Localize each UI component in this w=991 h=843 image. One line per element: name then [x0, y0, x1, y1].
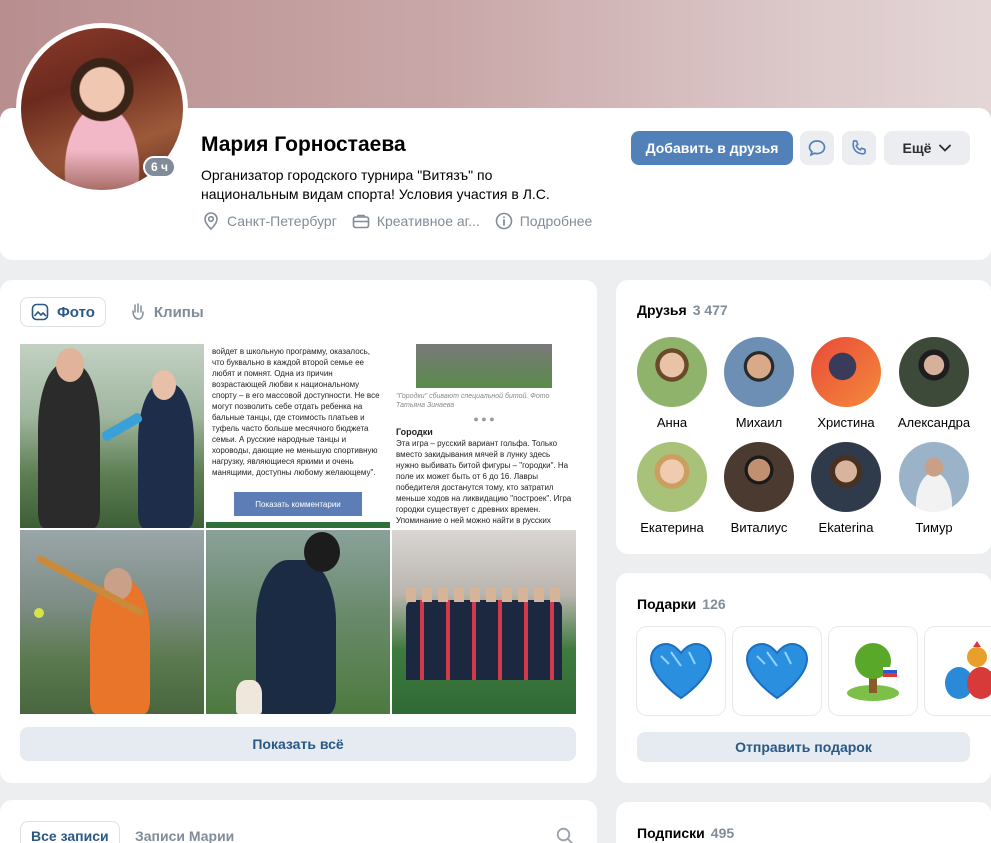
- gifts-title[interactable]: Подарки 126: [637, 596, 726, 612]
- friend-item[interactable]: Анна: [628, 337, 716, 430]
- friend-name: Екатерина: [640, 520, 704, 535]
- photo-caption: "Городки" сбивают специальной битой. Фот…: [396, 393, 550, 409]
- friend-item[interactable]: Христина: [802, 337, 890, 430]
- friend-avatar: [724, 337, 794, 407]
- friend-item[interactable]: Виталиус: [715, 442, 803, 535]
- clips-icon: [132, 303, 144, 320]
- photo-2-article[interactable]: войдет в школьную программу, оказалось, …: [206, 344, 390, 528]
- friend-name: Александра: [897, 415, 971, 430]
- meta-city-label: Санкт-Петербург: [227, 213, 337, 229]
- message-icon: [808, 140, 826, 157]
- friend-avatar: [637, 337, 707, 407]
- image-icon: [31, 303, 49, 321]
- friends-title-label: Друзья: [637, 302, 687, 318]
- tab-clips-label: Клипы: [153, 303, 204, 321]
- friend-item[interactable]: Ekaterina: [802, 442, 890, 535]
- photo-tabs: Фото Клипы: [20, 297, 214, 327]
- tab-all-posts[interactable]: Все записи: [20, 821, 120, 843]
- friend-name: Анна: [656, 415, 688, 430]
- gifts-title-label: Подарки: [637, 596, 697, 612]
- friend-item[interactable]: Александра: [890, 337, 978, 430]
- photo-grid: войдет в школьную программу, оказалось, …: [20, 344, 576, 714]
- profile-meta: Санкт-Петербург Креативное аг... Подробн…: [201, 211, 592, 231]
- location-icon: [204, 212, 218, 231]
- friend-name: Михаил: [735, 415, 783, 430]
- subscriptions-title[interactable]: Подписки 495: [637, 825, 734, 841]
- gorodki-title: Городки: [396, 427, 433, 437]
- friends-title[interactable]: Друзья 3 477: [637, 302, 728, 318]
- meta-city[interactable]: Санкт-Петербург: [201, 211, 337, 231]
- friend-name: Христина: [817, 415, 875, 430]
- meta-work-label: Креативное аг...: [376, 213, 480, 229]
- friend-name: Тимур: [915, 520, 953, 535]
- gift-item[interactable]: [733, 627, 821, 715]
- meta-details[interactable]: Подробнее: [494, 211, 593, 231]
- photo-4[interactable]: [20, 530, 204, 714]
- chevron-down-icon: [939, 144, 952, 152]
- friend-avatar: [811, 337, 881, 407]
- more-label: Ещё: [902, 140, 932, 156]
- tree-gift-icon: [847, 643, 899, 701]
- friend-item[interactable]: Тимур: [890, 442, 978, 535]
- info-icon: [495, 212, 513, 230]
- friend-item[interactable]: Екатерина: [628, 442, 716, 535]
- tab-photos-label: Фото: [57, 303, 95, 321]
- article-text: войдет в школьную программу, оказалось, …: [212, 347, 380, 477]
- more-button[interactable]: Ещё: [884, 131, 970, 165]
- add-friend-button[interactable]: Добавить в друзья: [631, 131, 793, 165]
- online-status-badge: 6 ч: [143, 156, 176, 178]
- profile-status: Организатор городского турнира "Витязъ" …: [201, 167, 550, 202]
- gift-item[interactable]: [637, 627, 725, 715]
- gifts-count: 126: [702, 596, 726, 612]
- friend-name: Ekaterina: [818, 520, 874, 535]
- friend-avatar: [899, 442, 969, 512]
- phone-icon: [852, 140, 866, 155]
- show-comments-button: Показать комментарии: [234, 492, 362, 516]
- meta-work[interactable]: Креативное аг...: [351, 211, 480, 231]
- carousel-dots: ● ● ●: [473, 414, 495, 424]
- meta-details-label: Подробнее: [519, 213, 593, 229]
- gorodki-text: Эта игра – русский вариант гольфа. Тольк…: [396, 439, 572, 525]
- friend-avatar: [637, 442, 707, 512]
- friend-item[interactable]: Михаил: [715, 337, 803, 430]
- search-icon[interactable]: [556, 827, 574, 843]
- easter-gift-icon: [945, 641, 991, 699]
- photo-3-article[interactable]: "Городки" сбивают специальной битой. Фот…: [392, 344, 576, 528]
- message-button[interactable]: [800, 131, 834, 165]
- subscriptions-count: 495: [710, 825, 735, 841]
- friend-avatar: [899, 337, 969, 407]
- friend-avatar: [724, 442, 794, 512]
- gift-item[interactable]: [925, 627, 991, 715]
- subscriptions-title-label: Подписки: [637, 825, 705, 841]
- photo-1[interactable]: [20, 344, 204, 528]
- show-all-photos-button[interactable]: Показать всё: [20, 727, 576, 761]
- friend-name: Виталиус: [730, 520, 788, 535]
- photo-5[interactable]: [206, 530, 390, 714]
- gift-item[interactable]: [829, 627, 917, 715]
- tab-own-posts[interactable]: Записи Марии: [125, 821, 244, 843]
- send-gift-button[interactable]: Отправить подарок: [637, 732, 970, 762]
- photo-6[interactable]: [392, 530, 576, 714]
- profile-name: Мария Горностаева: [201, 133, 406, 156]
- briefcase-icon: [352, 214, 370, 229]
- friends-count: 3 477: [692, 302, 728, 318]
- tab-clips[interactable]: Клипы: [120, 297, 214, 327]
- tab-photos[interactable]: Фото: [20, 297, 106, 327]
- now-reading-strip: [206, 522, 390, 528]
- heart-gift-icon: [649, 642, 713, 700]
- call-button[interactable]: [842, 131, 876, 165]
- friend-avatar: [811, 442, 881, 512]
- heart-gift-icon: [745, 642, 809, 700]
